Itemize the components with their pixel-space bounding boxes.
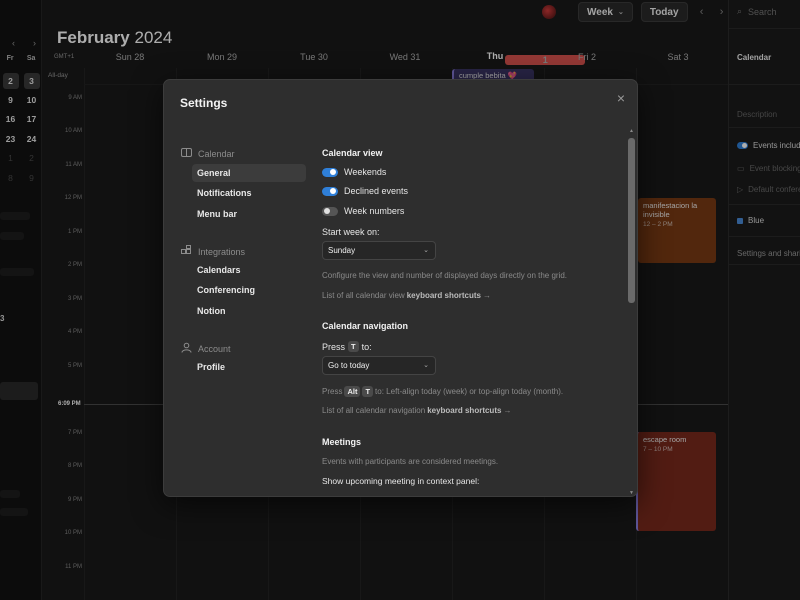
week-numbers-toggle[interactable] <box>322 206 338 216</box>
scroll-up-icon[interactable]: ▲ <box>628 128 635 134</box>
key-alt: Alt <box>344 386 361 397</box>
to-text: to: <box>361 341 372 352</box>
shortcuts-bold: keyboard shortcuts <box>406 291 481 300</box>
nav-profile[interactable]: Profile <box>192 358 306 376</box>
week-numbers-row: Week numbers <box>322 206 404 216</box>
declined-events-label: Declined events <box>344 186 409 196</box>
alt-press-text: Press <box>322 387 343 396</box>
nav-notion[interactable]: Notion <box>192 302 306 320</box>
press-t-label: Press T to: <box>322 341 372 352</box>
arrow-right-icon: → <box>503 406 512 415</box>
nav-section-calendar: Calendar <box>181 148 235 159</box>
calendar-view-heading: Calendar view <box>322 148 383 158</box>
nav-section-label: Account <box>198 343 231 354</box>
shortcuts-prefix: List of all calendar navigation <box>322 406 426 415</box>
nav-general[interactable]: General <box>192 164 306 182</box>
calendar-icon <box>181 148 192 159</box>
navigation-shortcuts-link[interactable]: List of all calendar navigation keyboard… <box>322 406 511 415</box>
view-shortcuts-link[interactable]: List of all calendar view keyboard short… <box>322 291 491 300</box>
press-text: Press <box>322 341 346 352</box>
nav-calendars[interactable]: Calendars <box>192 261 306 279</box>
alt-rest-text: to: Left-align today (week) or top-align… <box>375 387 564 396</box>
start-week-label: Start week on: <box>322 227 380 237</box>
settings-title: Settings <box>180 96 228 110</box>
key-t: T <box>362 386 374 397</box>
alt-t-hint: Press Alt T to: Left-align today (week) … <box>322 386 563 397</box>
t-key-action-select[interactable]: Go to today ⌄ <box>322 356 436 375</box>
arrow-right-icon: → <box>482 291 491 300</box>
nav-notifications[interactable]: Notifications <box>192 184 306 202</box>
settings-scrollbar[interactable]: ▲ ▼ <box>628 128 635 496</box>
configure-hint: Configure the view and number of display… <box>322 271 568 280</box>
scroll-down-icon[interactable]: ▼ <box>628 490 635 496</box>
week-numbers-label: Week numbers <box>344 206 405 216</box>
meetings-heading: Meetings <box>322 437 362 447</box>
t-key-action-value: Go to today <box>328 361 370 370</box>
chevron-down-icon: ⌄ <box>423 247 429 254</box>
nav-section-integrations: Integrations <box>181 245 245 258</box>
nav-menu-bar[interactable]: Menu bar <box>192 205 306 223</box>
nav-section-label: Calendar <box>198 148 235 159</box>
meetings-description: Events with participants are considered … <box>322 457 499 466</box>
nav-conferencing[interactable]: Conferencing <box>192 281 306 299</box>
scrollbar-thumb[interactable] <box>628 138 635 303</box>
weekends-row: Weekends <box>322 167 386 177</box>
show-upcoming-label: Show upcoming meeting in context panel: <box>322 476 480 486</box>
weekends-label: Weekends <box>344 167 387 177</box>
integrations-icon <box>181 245 192 258</box>
settings-dialog: Settings × Calendar General Notification… <box>163 79 638 497</box>
user-icon <box>181 342 192 355</box>
shortcuts-prefix: List of all calendar view <box>322 291 405 300</box>
start-week-value: Sunday <box>328 246 356 255</box>
key-t: T <box>348 341 359 352</box>
calendar-navigation-heading: Calendar navigation <box>322 321 409 331</box>
declined-events-row: Declined events <box>322 186 408 196</box>
weekends-toggle[interactable] <box>322 167 338 177</box>
close-icon[interactable]: × <box>617 90 625 106</box>
declined-events-toggle[interactable] <box>322 186 338 196</box>
nav-section-label: Integrations <box>198 246 246 257</box>
start-week-select[interactable]: Sunday ⌄ <box>322 241 436 260</box>
chevron-down-icon: ⌄ <box>423 362 429 369</box>
nav-section-account: Account <box>181 342 231 355</box>
shortcuts-bold: keyboard shortcuts <box>427 406 502 415</box>
